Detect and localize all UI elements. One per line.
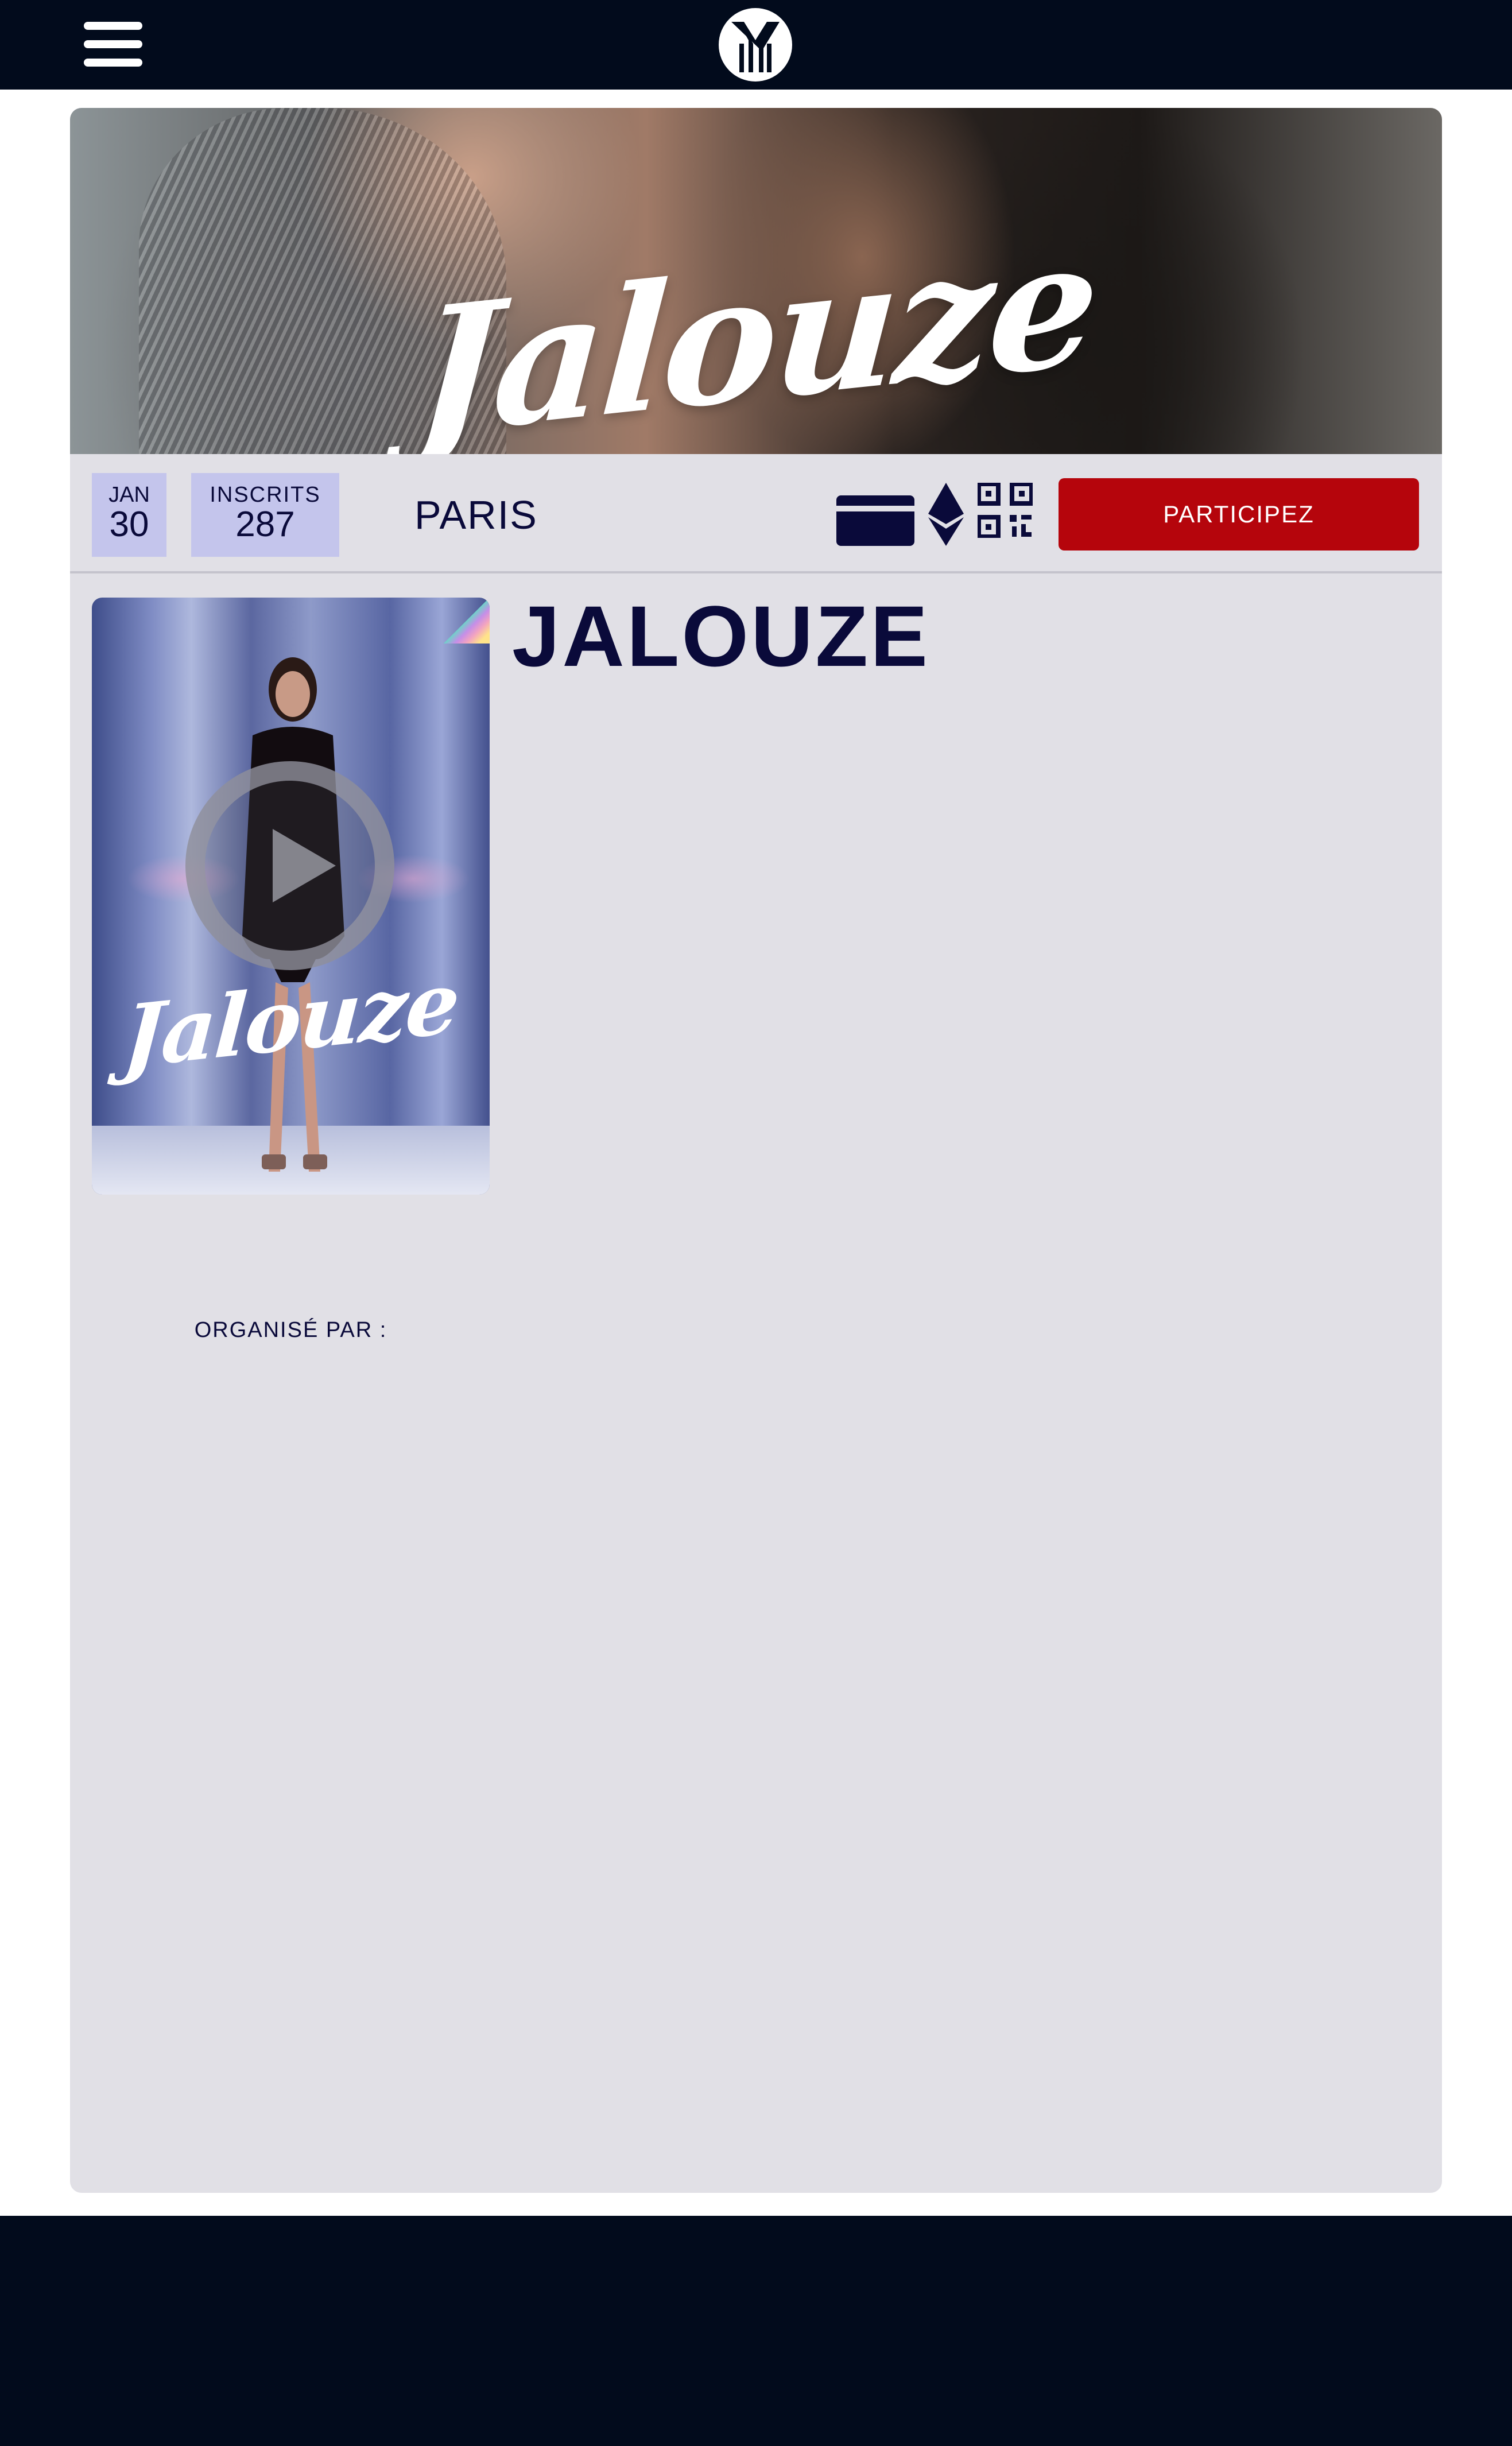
play-icon[interactable] xyxy=(185,761,394,970)
page-footer xyxy=(0,2216,1512,2446)
event-date-badge: JAN 30 xyxy=(92,473,166,557)
event-banner-image: Jalouze xyxy=(70,108,1442,454)
qr-code-icon xyxy=(978,483,1033,538)
event-city: PARIS xyxy=(414,493,538,537)
event-date-month: JAN xyxy=(108,483,150,507)
poster-title: Jalouze xyxy=(120,951,462,1088)
top-navigation-bar xyxy=(0,0,1512,90)
hamburger-menu-icon[interactable] xyxy=(84,22,142,67)
credit-card-icon xyxy=(836,495,914,546)
registered-label: INSCRITS xyxy=(210,483,321,507)
participate-button[interactable]: PARTICIPEZ xyxy=(1059,478,1419,551)
brand-logo-icon[interactable] xyxy=(719,8,792,82)
poster-corner-ribbon xyxy=(444,598,490,644)
event-title: JALOUZE xyxy=(512,588,931,684)
event-card: Jalouze JAN 30 INSCRITS 287 PARIS PARTIC… xyxy=(70,108,1442,2193)
organized-by-label: ORGANISÉ PAR : xyxy=(194,1318,387,1342)
registered-count: 287 xyxy=(235,505,295,544)
event-poster-video[interactable]: Jalouze xyxy=(92,598,490,1195)
registered-count-badge: INSCRITS 287 xyxy=(191,473,339,557)
ethereum-icon xyxy=(928,483,964,546)
event-info-bar: JAN 30 INSCRITS 287 PARIS PARTICIPEZ xyxy=(70,454,1442,573)
event-date-day: 30 xyxy=(109,505,149,544)
